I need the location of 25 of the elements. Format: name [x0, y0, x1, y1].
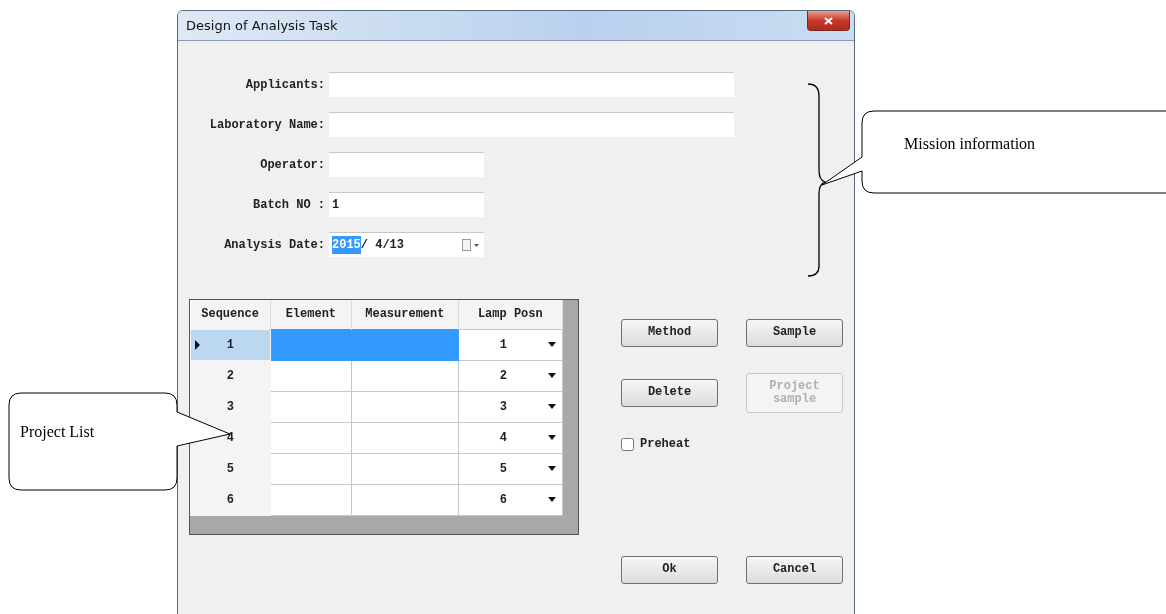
row-header-cell[interactable]: 5	[190, 453, 271, 484]
row-header-cell[interactable]: 2	[190, 360, 271, 391]
field-label: Analysis Date:	[223, 236, 326, 254]
callout-text: Mission information	[904, 134, 1036, 154]
button[interactable]: Sample	[746, 319, 843, 347]
button[interactable]: Method	[621, 319, 718, 347]
button[interactable]: Cancel	[746, 556, 843, 584]
table-header-cell: Element	[270, 300, 352, 329]
field-label: Laboratory Name:	[208, 116, 326, 134]
input-field[interactable]: 1	[329, 192, 484, 217]
table-header-cell: Measurement	[351, 300, 459, 329]
field-label: Operator:	[259, 156, 326, 174]
window-title: Design of Analysis Task	[186, 16, 338, 35]
button[interactable]: Delete	[621, 379, 718, 407]
row-header-cell[interactable]: 6	[190, 484, 271, 515]
callout-text: Project List	[20, 422, 95, 443]
table-header-cell: Sequence	[190, 300, 271, 329]
date-field[interactable]: 2015/ 4/13	[329, 232, 484, 257]
checkbox-label: Preheat	[640, 436, 691, 453]
field-label: Batch NO :	[252, 196, 326, 214]
field-label: Applicants:	[244, 76, 326, 94]
button[interactable]: Ok	[621, 556, 718, 584]
table-header-cell: Lamp Posn	[458, 300, 563, 329]
row-header-cell[interactable]: 1	[190, 329, 271, 360]
row-header-cell[interactable]: 3	[190, 391, 271, 422]
